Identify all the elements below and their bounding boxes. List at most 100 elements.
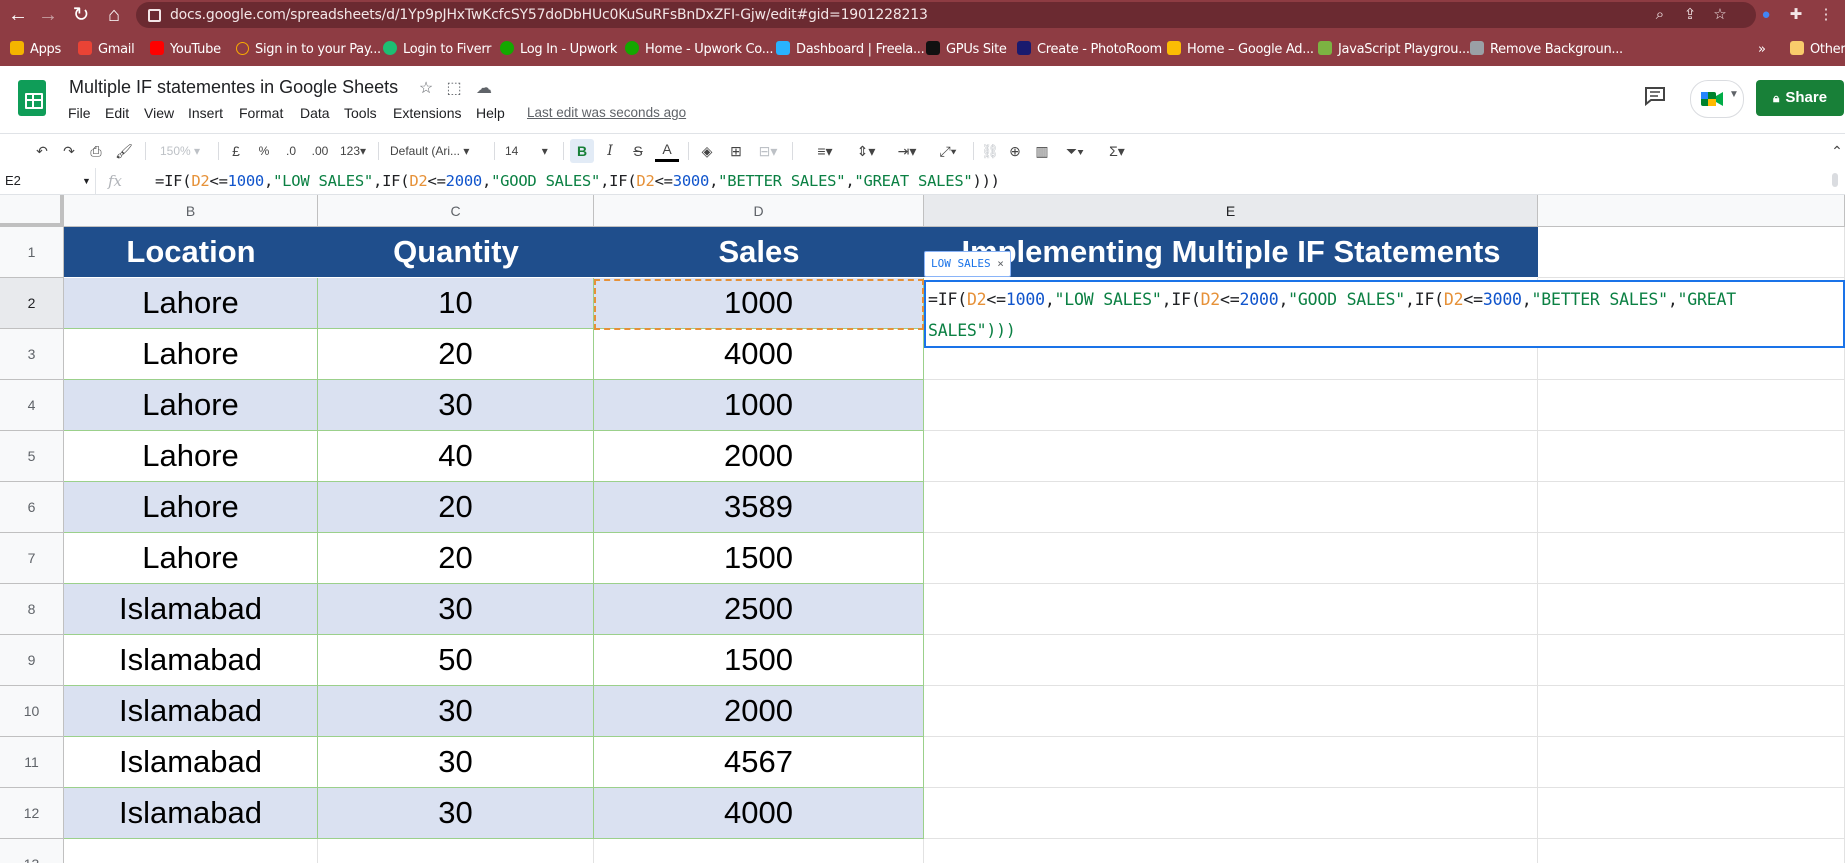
- formula-bar-scroll-handle[interactable]: [1832, 173, 1838, 187]
- cell-quantity[interactable]: 30: [318, 737, 594, 788]
- header-cell-title[interactable]: Implementing Multiple IF Statements: [924, 227, 1539, 278]
- cell-e[interactable]: [924, 533, 1538, 584]
- bookmark-google-ads[interactable]: Home – Google Ad...: [1167, 40, 1314, 60]
- share-page-icon[interactable]: ⇪: [1681, 6, 1699, 24]
- meet-button[interactable]: ▼: [1690, 80, 1744, 118]
- collapse-toolbar-icon[interactable]: ⌃: [1830, 139, 1844, 163]
- filter-icon[interactable]: ⏷▾: [1058, 139, 1092, 163]
- menu-extensions[interactable]: Extensions: [393, 102, 461, 124]
- share-button[interactable]: 🔒︎ Share: [1756, 80, 1844, 116]
- insert-chart-icon[interactable]: ▥: [1030, 139, 1054, 163]
- text-rotation-icon[interactable]: ⤢▾: [931, 139, 965, 163]
- redo-icon[interactable]: ↷: [57, 139, 81, 163]
- forward-icon[interactable]: →: [35, 3, 61, 27]
- text-color-button[interactable]: A: [655, 139, 679, 162]
- cell-sales[interactable]: 4000: [594, 329, 924, 380]
- fill-color-icon[interactable]: ◈: [695, 139, 719, 163]
- cell-quantity[interactable]: 30: [318, 788, 594, 839]
- select-all-corner[interactable]: [0, 195, 64, 227]
- home-icon[interactable]: ⌂: [101, 3, 127, 27]
- horizontal-align-icon[interactable]: ≡▾: [808, 139, 842, 163]
- cell-quantity[interactable]: 30: [318, 584, 594, 635]
- cell-sales[interactable]: 4567: [594, 737, 924, 788]
- cell-f[interactable]: [1538, 533, 1845, 584]
- font-select[interactable]: Default (Ari... ▾: [390, 139, 486, 163]
- document-title[interactable]: Multiple IF statementes in Google Sheets: [69, 77, 398, 98]
- cell-f[interactable]: [1538, 635, 1845, 686]
- cell-f[interactable]: [1538, 584, 1845, 635]
- empty-cell[interactable]: [594, 839, 924, 863]
- strikethrough-button[interactable]: S: [626, 139, 650, 163]
- cell-e[interactable]: [924, 380, 1538, 431]
- bookmark-star-icon[interactable]: ☆: [1711, 6, 1729, 24]
- name-box[interactable]: E2 ▼: [0, 168, 96, 194]
- column-header-f[interactable]: [1538, 195, 1845, 227]
- cell-sales[interactable]: 1500: [594, 635, 924, 686]
- formula-input[interactable]: =IF(D2<=1000,"LOW SALES",IF(D2<=2000,"GO…: [155, 168, 1000, 194]
- cell-sales[interactable]: 4000: [594, 788, 924, 839]
- column-header-c[interactable]: C: [318, 195, 594, 227]
- profile-extension-icon[interactable]: ●: [1757, 6, 1775, 24]
- cell-e[interactable]: [924, 788, 1538, 839]
- menu-format[interactable]: Format: [239, 102, 283, 124]
- row-header-7[interactable]: 7: [0, 533, 64, 584]
- cell-e[interactable]: [924, 584, 1538, 635]
- currency-format-button[interactable]: £: [226, 139, 246, 163]
- bookmark-pay[interactable]: Sign in to your Pay...: [236, 40, 381, 60]
- header-cell-quantity[interactable]: Quantity: [318, 227, 595, 278]
- cell-sales[interactable]: 1000: [594, 380, 924, 431]
- url-text[interactable]: docs.google.com/spreadsheets/d/1Yp9pJHxT…: [170, 2, 928, 28]
- cell-location[interactable]: Islamabad: [64, 686, 318, 737]
- bookmark-gmail[interactable]: Gmail: [78, 40, 135, 60]
- row-header-11[interactable]: 11: [0, 737, 64, 788]
- cell-location[interactable]: Lahore: [64, 482, 318, 533]
- empty-cell[interactable]: [1538, 839, 1845, 863]
- cell-e[interactable]: [924, 635, 1538, 686]
- row-header-6[interactable]: 6: [0, 482, 64, 533]
- cell-location[interactable]: Lahore: [64, 533, 318, 584]
- header-cell-location[interactable]: Location: [64, 227, 319, 278]
- bookmark-youtube[interactable]: YouTube: [150, 40, 221, 60]
- menu-edit[interactable]: Edit: [105, 102, 129, 124]
- increase-decimal-button[interactable]: .00: [306, 139, 334, 163]
- menu-help[interactable]: Help: [476, 102, 505, 124]
- zoom-select[interactable]: 150% ▾: [152, 139, 208, 163]
- cell-location[interactable]: Islamabad: [64, 584, 318, 635]
- bookmark-apps[interactable]: Apps: [10, 40, 61, 60]
- menu-file[interactable]: File: [68, 102, 91, 124]
- cell-sales[interactable]: 2500: [594, 584, 924, 635]
- insert-comment-icon[interactable]: ⊕: [1003, 139, 1027, 163]
- cell-location[interactable]: Islamabad: [64, 737, 318, 788]
- row-header-1[interactable]: 1: [0, 227, 64, 278]
- bookmark-fiverr[interactable]: Login to Fiverr: [383, 40, 491, 60]
- row-header-8[interactable]: 8: [0, 584, 64, 635]
- row-header-9[interactable]: 9: [0, 635, 64, 686]
- cell-e[interactable]: [924, 737, 1538, 788]
- cell-location[interactable]: Islamabad: [64, 788, 318, 839]
- menu-kebab-icon[interactable]: ⋮: [1817, 6, 1835, 24]
- column-header-e[interactable]: E: [924, 195, 1538, 227]
- cell-e[interactable]: [924, 431, 1538, 482]
- cell-f[interactable]: [1538, 737, 1845, 788]
- sheets-logo-icon[interactable]: [18, 80, 46, 116]
- vertical-align-icon[interactable]: ⇕▾: [849, 139, 883, 163]
- cell-f[interactable]: [1538, 380, 1845, 431]
- menu-view[interactable]: View: [144, 102, 174, 124]
- empty-cell[interactable]: [64, 839, 318, 863]
- cell-f[interactable]: [1538, 482, 1845, 533]
- empty-cell[interactable]: [924, 839, 1538, 863]
- bookmark-freelancer[interactable]: Dashboard | Freela...: [776, 40, 925, 60]
- insert-link-icon[interactable]: ⛓: [978, 139, 1002, 163]
- cell-quantity[interactable]: 20: [318, 533, 594, 584]
- address-bar[interactable]: docs.google.com/spreadsheets/d/1Yp9pJHxT…: [136, 2, 1756, 28]
- row-header-4[interactable]: 4: [0, 380, 64, 431]
- cell-quantity[interactable]: 10: [318, 278, 594, 329]
- column-header-d[interactable]: D: [594, 195, 924, 227]
- cell-quantity[interactable]: 20: [318, 482, 594, 533]
- row-header-5[interactable]: 5: [0, 431, 64, 482]
- cell-location[interactable]: Lahore: [64, 329, 318, 380]
- row-header-3[interactable]: 3: [0, 329, 64, 380]
- italic-button[interactable]: I: [598, 139, 622, 163]
- cell-sales[interactable]: 2000: [594, 431, 924, 482]
- borders-icon[interactable]: ⊞: [724, 139, 748, 163]
